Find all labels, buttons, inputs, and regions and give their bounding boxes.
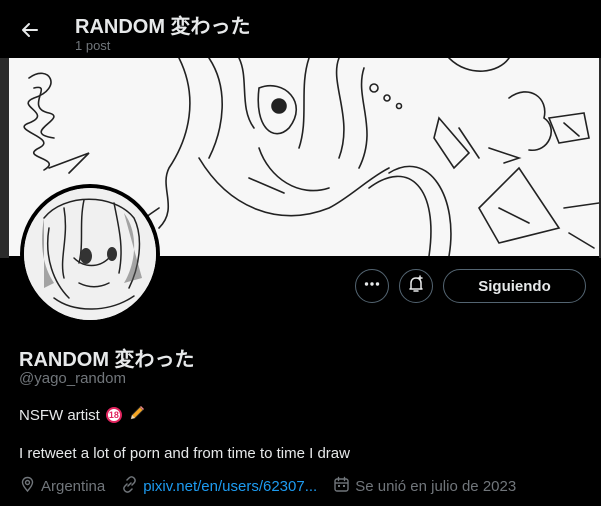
location-item: Argentina xyxy=(19,476,105,497)
avatar-image xyxy=(24,188,156,320)
profile-meta: Argentina pixiv.net/en/users/62307... Se… xyxy=(19,476,532,497)
banner-left-edge xyxy=(0,58,9,258)
map-pin-icon xyxy=(19,476,36,497)
adult-18-icon: 18 xyxy=(105,407,122,423)
joined-text: Se unió en julio de 2023 xyxy=(355,478,517,495)
bio-first-line: NSFW artist 18 xyxy=(19,404,146,426)
more-dots-icon xyxy=(363,275,381,298)
profile-header: RANDOM 変わった 1 post xyxy=(0,0,601,58)
website-link[interactable]: pixiv.net/en/users/62307... xyxy=(143,478,317,495)
profile-handle: @yago_random xyxy=(19,370,126,387)
bell-plus-icon xyxy=(407,274,425,298)
profile-display-name: RANDOM 変わった xyxy=(19,349,195,371)
profile-avatar[interactable] xyxy=(20,184,160,324)
bio-second-line: I retweet a lot of porn and from time to… xyxy=(19,445,350,462)
link-icon xyxy=(121,476,138,497)
notifications-button[interactable] xyxy=(399,269,433,303)
more-options-button[interactable] xyxy=(355,269,389,303)
arrow-left-icon xyxy=(20,20,40,45)
pencil-icon xyxy=(128,404,146,426)
location-text: Argentina xyxy=(41,478,106,495)
back-button[interactable] xyxy=(14,16,46,48)
header-title: RANDOM 変わった xyxy=(75,16,251,38)
post-count: 1 post xyxy=(75,38,111,53)
bio-text: NSFW artist xyxy=(19,406,100,424)
website-item[interactable]: pixiv.net/en/users/62307... xyxy=(121,476,317,497)
following-button[interactable]: Siguiendo xyxy=(443,269,586,303)
calendar-icon xyxy=(333,476,350,497)
joined-item: Se unió en julio de 2023 xyxy=(333,476,516,497)
